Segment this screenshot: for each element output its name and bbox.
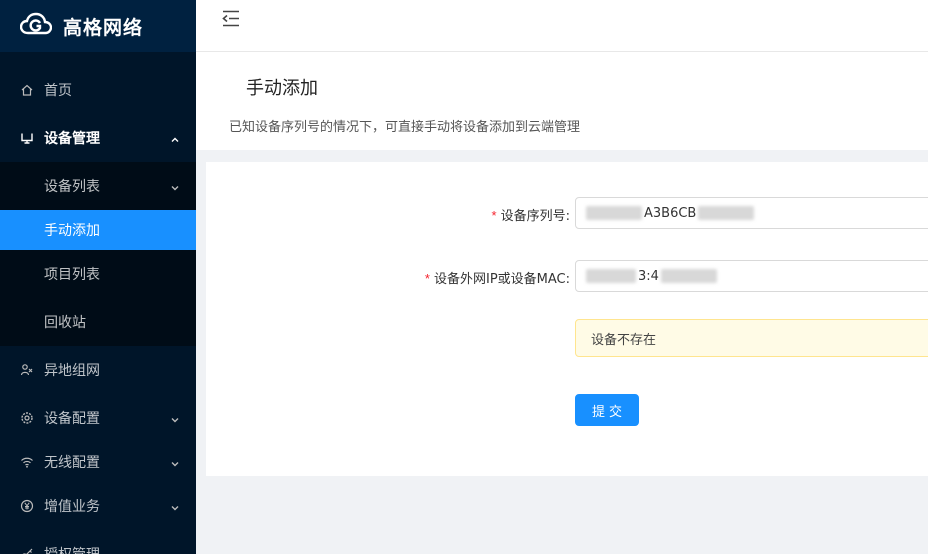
serial-number-visible-text: A3B6CB [644, 205, 697, 221]
page-description: 已知设备序列号的情况下，可直接手动将设备添加到云端管理 [229, 120, 581, 135]
chevron-down-icon [170, 413, 179, 423]
serial-number-row: * 设备序列号: A3B6CB [206, 197, 928, 229]
ip-mac-label: * 设备外网IP或设备MAC: [424, 271, 570, 287]
sidebar-item-label: 设备配置 [44, 411, 100, 427]
serial-number-input[interactable]: A3B6CB [575, 197, 928, 229]
redacted-block [586, 206, 642, 220]
sidebar-item-label: 回收站 [44, 315, 86, 331]
top-header [196, 0, 928, 52]
chevron-up-icon [170, 133, 179, 142]
sidebar-item-label: 手动添加 [44, 223, 100, 239]
logo[interactable]: 高格网络 [0, 0, 196, 52]
sidebar-item-home[interactable]: 首页 [0, 66, 196, 114]
page-title: 手动添加 [246, 78, 318, 99]
redacted-block [698, 206, 755, 220]
chevron-down-icon [170, 457, 179, 467]
sidebar-item-label: 授权管理 [44, 544, 100, 554]
sidebar-item-manual-add[interactable]: 手动添加 [0, 210, 196, 250]
page-header: 手动添加 已知设备序列号的情况下，可直接手动将设备添加到云端管理 [196, 52, 928, 150]
home-icon [20, 83, 34, 97]
network-icon [20, 363, 34, 377]
sidebar-item-device-config[interactable]: 设备配置 [0, 394, 196, 442]
required-mark: * [424, 271, 430, 286]
chevron-down-icon [170, 181, 179, 191]
sidebar: 高格网络 首页 设备管理 设备列表 手动添加 项目列表 回收站 异地组网 设备配… [0, 0, 196, 554]
settings-icon [20, 411, 34, 425]
menu-fold-icon[interactable] [220, 9, 242, 29]
redacted-block [660, 269, 717, 283]
sidebar-item-label: 项目列表 [44, 267, 100, 283]
submit-button[interactable]: 提交 [575, 394, 639, 426]
key-icon [20, 547, 34, 554]
app-title: 高格网络 [63, 16, 144, 39]
sidebar-item-label: 设备列表 [44, 179, 100, 195]
monitor-icon [20, 131, 34, 145]
sidebar-item-device-list[interactable]: 设备列表 [0, 162, 196, 210]
wifi-icon [20, 455, 34, 469]
sidebar-item-label: 首页 [44, 83, 72, 99]
sidebar-item-remote-network[interactable]: 异地组网 [0, 346, 196, 394]
sidebar-item-license[interactable]: 授权管理 [0, 530, 196, 554]
sidebar-item-project-list[interactable]: 项目列表 [0, 250, 196, 298]
ip-mac-row: * 设备外网IP或设备MAC: 3:4 [206, 260, 928, 292]
sidebar-item-device-management[interactable]: 设备管理 [0, 114, 196, 162]
required-mark: * [491, 208, 497, 223]
sidebar-item-label: 增值业务 [44, 499, 100, 515]
ip-mac-visible-text: 3:4 [638, 268, 659, 284]
sidebar-item-recycle-bin[interactable]: 回收站 [0, 298, 196, 346]
sidebar-item-label: 异地组网 [44, 363, 100, 379]
serial-number-label: * 设备序列号: [491, 208, 570, 224]
yen-icon [20, 499, 34, 513]
manual-add-form-card: * 设备序列号: A3B6CB * 设备外网IP或设备MAC: 3:4 设备不存在 … [206, 162, 928, 476]
cloud-logo-icon [19, 12, 53, 40]
sidebar-item-label: 设备管理 [44, 131, 100, 147]
device-management-submenu: 设备列表 手动添加 项目列表 回收站 [0, 162, 196, 346]
redacted-block [586, 269, 636, 283]
sidebar-item-wireless-config[interactable]: 无线配置 [0, 442, 196, 482]
sidebar-item-label: 无线配置 [44, 455, 100, 471]
sidebar-item-value-added[interactable]: 增值业务 [0, 482, 196, 530]
ip-mac-input[interactable]: 3:4 [575, 260, 928, 292]
chevron-down-icon [170, 501, 179, 511]
device-not-found-alert: 设备不存在 [575, 319, 928, 357]
